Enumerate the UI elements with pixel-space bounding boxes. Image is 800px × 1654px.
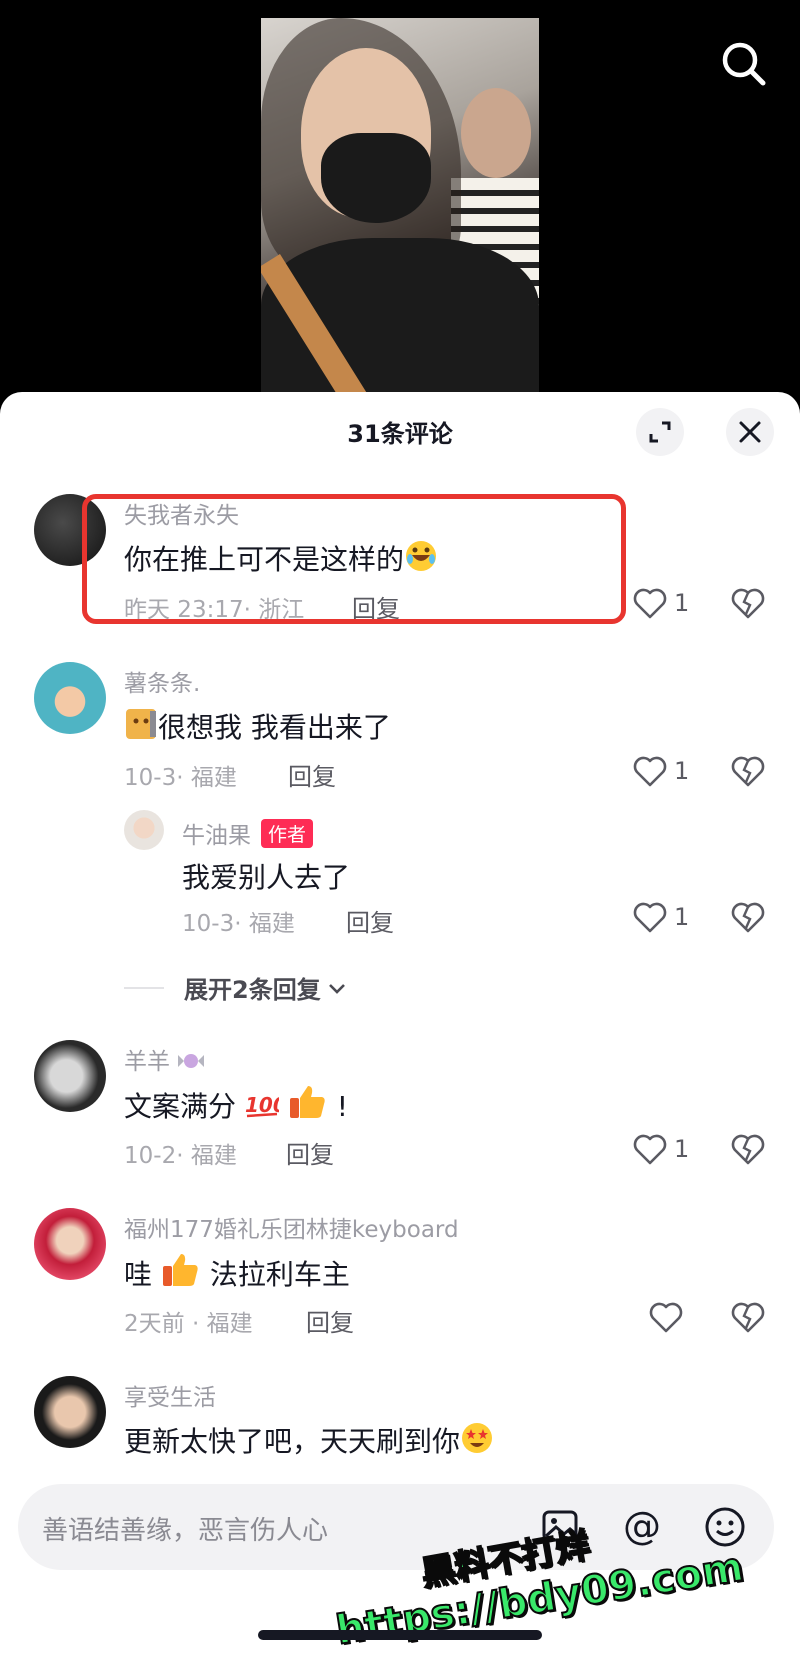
comment-username[interactable]: 福州177婚礼乐团林捷keyboard [124,1210,459,1244]
search-icon [722,42,766,86]
dislike-button[interactable] [730,1300,766,1338]
comment-time-location: 10-2· 福建 [124,1143,237,1169]
dislike-button[interactable] [730,900,766,938]
comment-text-suffix: 法拉利车主 [209,1258,350,1291]
close-icon [739,421,761,443]
heart-icon [633,756,667,787]
reply-username-text: 牛油果 [182,823,251,849]
broken-heart-icon [731,1302,765,1333]
comment-text-content: 很想我 我看出来了 [158,711,391,744]
sheet-header: 31条评论 [0,392,800,472]
expand-icon [649,421,671,443]
candy-icon [178,1054,205,1068]
expand-replies-label: 展开2条回复 [184,976,321,1004]
chevron-down-icon [328,983,345,994]
hundred-emoji-icon: 100 [245,1090,287,1127]
heart-icon [649,1302,683,1333]
broken-heart-icon [731,756,765,787]
avatar[interactable] [34,1208,106,1280]
avatar[interactable] [34,1376,106,1448]
like-button[interactable]: 1 [632,900,689,934]
highlight-box [82,494,626,624]
broken-heart-icon [731,588,765,619]
reply-button[interactable]: 回复 [286,1135,334,1170]
dislike-button[interactable] [730,586,766,624]
comment-username[interactable]: 羊羊 [124,1042,205,1076]
emoji-button[interactable] [704,1506,746,1552]
reply-username[interactable]: 牛油果 作者 [182,816,314,850]
like-button[interactable]: 1 [632,586,689,620]
dislike-button[interactable] [730,754,766,792]
like-count: 1 [674,1135,690,1163]
face-mask-shape [321,133,431,223]
broken-heart-icon [731,1134,765,1165]
avatar[interactable] [124,810,164,850]
comment-text: 文案满分 100 ! [124,1084,348,1127]
author-badge: 作者 [261,819,314,848]
reply-button[interactable]: 回复 [346,903,394,938]
bg-person-face [461,88,531,178]
like-count: 1 [674,589,690,617]
like-button[interactable]: 1 [632,754,689,788]
comment-username-text: 羊羊 [124,1049,170,1075]
divider-line [124,986,164,989]
star-struck-emoji-icon [460,1421,494,1462]
comment-text-content: 哇 [124,1258,153,1291]
comment-text: 很想我 我看出来了 [124,706,391,748]
comment-text: 哇 法拉利车主 [124,1252,350,1295]
close-button[interactable] [726,408,774,456]
mention-button[interactable]: @ [622,1504,664,1552]
broken-heart-icon [731,902,765,933]
like-button[interactable]: 1 [632,1132,689,1166]
like-count: 1 [674,903,690,931]
like-button[interactable] [648,1300,684,1334]
home-indicator [258,1630,542,1640]
comment-text-content: 更新太快了吧，天天刷到你 [124,1425,461,1458]
comment-username[interactable]: 薯条条. [124,664,200,698]
comment-time-location: 10-3· 福建 [124,765,237,791]
emoji-icon [705,1507,745,1547]
comment-text: 更新太快了吧，天天刷到你 [124,1420,494,1462]
expand-sheet-button[interactable] [636,408,684,456]
thumbs-up-icon [161,1252,201,1295]
expand-replies-button[interactable]: 展开2条回复 [124,970,349,1005]
reply-button[interactable]: 回复 [288,757,336,792]
like-count: 1 [674,757,690,785]
cat-sticker-icon [124,707,158,748]
comment-text-content: 文案满分 [124,1090,237,1123]
reply-text: 我爱别人去了 [182,861,351,894]
video-thumbnail[interactable] [261,18,539,400]
video-area [0,0,800,400]
comment-text-suffix: ! [336,1090,348,1123]
heart-icon [633,1134,667,1165]
heart-icon [633,902,667,933]
comment-username[interactable]: 享受生活 [124,1378,216,1412]
reply-time-location: 10-3· 福建 [182,911,295,937]
search-button[interactable] [716,36,772,92]
comment-input-placeholder: 善语结善缘，恶言伤人心 [42,1516,329,1546]
reply-button[interactable]: 回复 [306,1303,354,1338]
dislike-button[interactable] [730,1132,766,1170]
thumbs-up-icon [288,1084,328,1127]
comment-time-location: 2天前 · 福建 [124,1311,253,1337]
at-icon: @ [623,1504,661,1548]
avatar[interactable] [34,662,106,734]
svg-text:@: @ [623,1506,661,1548]
heart-icon [633,588,667,619]
avatar[interactable] [34,1040,106,1112]
